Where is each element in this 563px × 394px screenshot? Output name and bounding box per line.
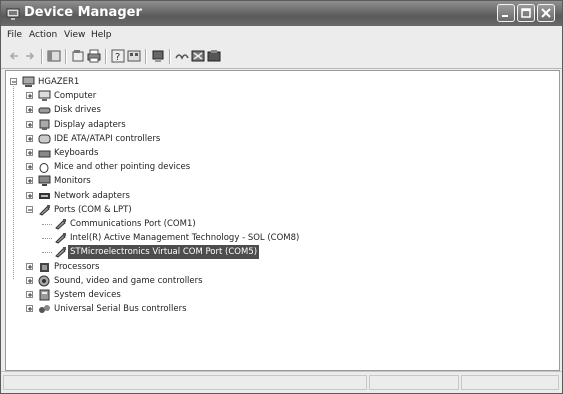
port-icon: [54, 218, 67, 230]
tree-device-node[interactable]: Intel(R) Active Management Technology - …: [6, 231, 546, 245]
uninstall-icon[interactable]: [175, 49, 189, 63]
tree-item-label: Sound, video and game controllers: [54, 275, 203, 286]
tree-item-label: Intel(R) Active Management Technology - …: [70, 233, 300, 244]
device-tree-panel[interactable]: HGAZER1 Computer Disk drives Display adapte…: [5, 70, 560, 371]
tree-category-node[interactable]: Ports (COM & LPT): [6, 203, 546, 217]
tree-item-label: Disk drives: [54, 105, 101, 116]
expand-icon[interactable]: [26, 106, 33, 114]
expand-icon[interactable]: [26, 163, 33, 171]
port-icon: [54, 232, 67, 244]
menu-help[interactable]: Help: [91, 30, 112, 41]
monitor-icon: [38, 175, 51, 187]
menu-file[interactable]: File: [7, 30, 22, 41]
tree-category-node[interactable]: IDE ATA/ATAPI controllers: [6, 132, 546, 146]
tree-item-label: System devices: [54, 290, 121, 300]
tree-category-node[interactable]: Network adapters: [6, 189, 546, 203]
system-icon: [38, 289, 51, 301]
tree-device-node[interactable]: Communications Port (COM1): [6, 217, 546, 231]
update-driver-icon[interactable]: [151, 49, 165, 63]
collapse-icon[interactable]: [26, 205, 33, 213]
device-manager-icon: [6, 6, 20, 20]
toolbar-separator: [169, 49, 171, 64]
tree-device-node[interactable]: STMicroelectronics Virtual COM Port (COM…: [6, 245, 546, 260]
tree-category-node[interactable]: Disk drives: [6, 103, 546, 117]
network-icon: [38, 190, 51, 202]
tree-category-node[interactable]: Mice and other pointing devices: [6, 160, 546, 174]
tree-item-label: Ports (COM & LPT): [54, 204, 132, 215]
tree-item-label: Mice and other pointing devices: [54, 162, 191, 173]
toolbar-separator: [145, 49, 147, 64]
menu-action[interactable]: Action: [29, 30, 57, 41]
status-cell: [369, 375, 459, 390]
toolbar: ?: [1, 45, 562, 69]
show-hide-tree-icon[interactable]: [47, 49, 61, 63]
tree-root-node[interactable]: HGAZER1: [6, 75, 546, 89]
toolbar-separator: [65, 49, 67, 64]
tree-item-label: HGAZER1: [38, 77, 80, 87]
disable-icon[interactable]: [207, 49, 221, 63]
status-cell: [3, 375, 367, 390]
tree-category-node[interactable]: Computer: [6, 89, 546, 103]
maximize-button[interactable]: [517, 4, 535, 22]
expand-icon[interactable]: [26, 92, 33, 100]
print-icon[interactable]: [87, 49, 101, 63]
forward-icon[interactable]: [23, 49, 37, 63]
tree-category-node[interactable]: Sound, video and game controllers: [6, 274, 546, 288]
tree-item-label: Universal Serial Bus controllers: [54, 304, 187, 315]
svg-text:?: ?: [115, 52, 120, 63]
tree-category-node[interactable]: System devices: [6, 288, 546, 302]
tree-item-label: Network adapters: [54, 190, 130, 201]
tree-item-label: Communications Port (COM1): [70, 219, 196, 229]
view-icon[interactable]: [127, 49, 141, 63]
expand-icon[interactable]: [26, 262, 33, 270]
expand-icon[interactable]: [26, 177, 33, 185]
expand-icon[interactable]: [26, 134, 33, 142]
help-icon[interactable]: ?: [111, 49, 125, 63]
properties-icon[interactable]: [71, 49, 85, 63]
scan-hardware-icon[interactable]: [191, 49, 205, 63]
back-icon[interactable]: [7, 49, 21, 63]
sound-icon: [38, 275, 51, 287]
processor-icon: [38, 261, 51, 273]
tree-item-label: IDE ATA/ATAPI controllers: [54, 133, 161, 144]
window-title: Device Manager: [24, 5, 142, 20]
usb-icon: [38, 303, 51, 315]
expand-icon[interactable]: [26, 305, 33, 313]
tree-category-node[interactable]: Display adapters: [6, 118, 546, 132]
menu-view[interactable]: View: [64, 30, 85, 41]
expand-icon[interactable]: [26, 149, 33, 156]
tree-item-label: Display adapters: [54, 119, 126, 130]
port-icon: [38, 204, 51, 216]
keyboard-icon: [38, 147, 51, 159]
close-button[interactable]: [537, 4, 555, 22]
device-manager-window: Device Manager File Action View Help ? H…: [0, 0, 563, 394]
status-cell: [461, 375, 559, 390]
display-icon: [38, 119, 51, 131]
port-icon: [54, 246, 67, 258]
minimize-button[interactable]: [497, 4, 515, 22]
title-bar[interactable]: Device Manager: [1, 1, 562, 26]
expand-icon[interactable]: [26, 291, 33, 298]
host-icon: [22, 76, 35, 88]
tree-category-node[interactable]: Monitors: [6, 174, 546, 188]
toolbar-separator: [105, 49, 107, 64]
menu-bar: File Action View Help: [1, 26, 562, 45]
status-bar: [1, 371, 562, 393]
tree-item-label: Computer: [54, 91, 97, 102]
tree-item-label: Keyboards: [54, 148, 99, 158]
disk-icon: [38, 104, 51, 116]
expand-icon[interactable]: [26, 191, 33, 199]
tree-item-label: Processors: [54, 261, 100, 272]
expand-icon[interactable]: [26, 120, 33, 128]
mouse-icon: [38, 161, 51, 174]
computer-icon: [38, 90, 51, 102]
tree-category-node[interactable]: Processors: [6, 260, 546, 274]
tree-category-node[interactable]: Keyboards: [6, 146, 546, 160]
tree-item-label: STMicroelectronics Virtual COM Port (COM…: [68, 245, 260, 260]
tree-item-label: Monitors: [54, 176, 91, 187]
toolbar-separator: [41, 49, 43, 64]
tree-category-node[interactable]: Universal Serial Bus controllers: [6, 302, 546, 316]
expand-icon[interactable]: [26, 276, 33, 284]
ide-icon: [38, 133, 51, 145]
